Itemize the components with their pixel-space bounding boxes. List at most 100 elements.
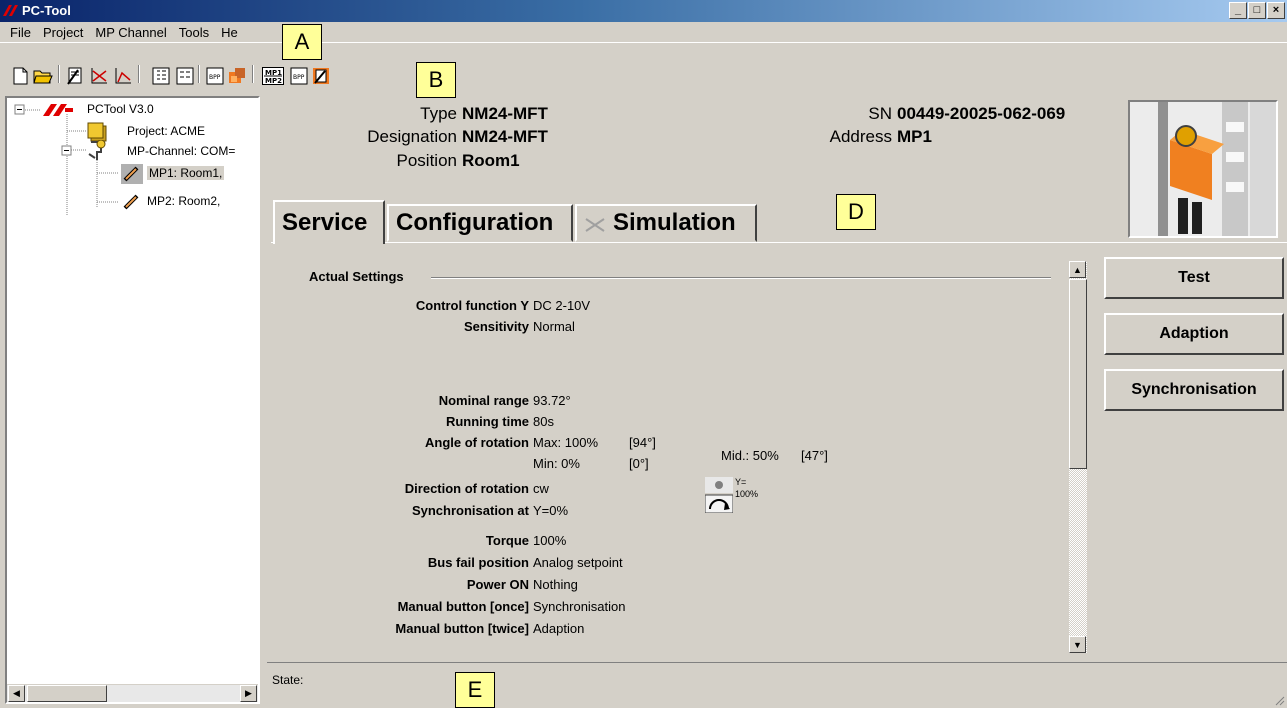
actuator-icon [121, 164, 143, 184]
svg-text:BPP: BPP [209, 74, 221, 81]
value-sensitivity: Normal [533, 319, 575, 334]
minimize-button[interactable]: _ [1229, 2, 1247, 19]
sn-value: 00449-20025-062-069 [897, 104, 1066, 123]
adaption-button[interactable]: Adaption [1104, 313, 1284, 355]
label-angle-of-rotation: Angle of rotation [425, 435, 529, 450]
label-manual-twice: Manual button [twice] [395, 621, 529, 636]
simulation-icon [585, 218, 605, 232]
close-button[interactable]: × [1267, 2, 1285, 19]
tab-service[interactable]: Service [273, 200, 385, 244]
tab-configuration[interactable]: Configuration [387, 204, 573, 242]
settings-vertical-scrollbar[interactable]: ▲ ▼ [1069, 261, 1087, 653]
mp1-mp2-icon[interactable]: MP1 MP2 [262, 65, 284, 87]
value-angle-mid-deg: [47°] [801, 448, 828, 463]
value-angle-min-deg: [0°] [629, 456, 649, 471]
tree-channel[interactable]: MP-Channel: COM= [127, 144, 235, 158]
edit-sheet-orange-icon[interactable] [310, 65, 332, 87]
menu-help[interactable]: He [215, 25, 244, 40]
scroll-up-icon[interactable]: ▲ [1069, 261, 1086, 278]
menu-file[interactable]: File [4, 25, 37, 40]
tab-simulation-label: Simulation [613, 209, 736, 236]
scroll-right-icon[interactable]: ▶ [240, 685, 257, 702]
value-running-time: 80s [533, 414, 554, 429]
value-angle-max-deg: [94°] [629, 435, 656, 450]
value-power-on: Nothing [533, 577, 578, 592]
value-direction: cw [533, 481, 549, 496]
menu-project[interactable]: Project [37, 25, 89, 40]
sync-pct-label: 100% [735, 489, 759, 499]
color-block-icon[interactable] [226, 65, 248, 87]
open-folder-icon[interactable] [32, 65, 54, 87]
tree-item-mp1[interactable]: MP1: Room1, [147, 166, 225, 180]
value-nominal-range: 93.72° [533, 393, 571, 408]
section-divider [431, 277, 1051, 279]
svg-text:BPP: BPP [293, 74, 305, 81]
sync-y-label: Y= [735, 477, 747, 487]
value-angle-mid: Mid.: 50% [721, 448, 779, 463]
tree-project[interactable]: Project: ACME [127, 124, 205, 138]
tree-horizontal-scrollbar[interactable]: ◀ ▶ [7, 684, 258, 702]
label-control-function: Control function Y [415, 298, 529, 313]
rotation-direction-icon [704, 477, 734, 514]
tree-root[interactable]: PCTool V3.0 [87, 102, 154, 116]
position-label: Position [396, 151, 457, 170]
trend-icon[interactable] [112, 65, 134, 87]
grid2-icon[interactable] [174, 65, 196, 87]
bpp-icon[interactable]: BPP [204, 65, 226, 87]
scroll-down-icon[interactable]: ▼ [1069, 636, 1086, 653]
scroll-left-icon[interactable]: ◀ [8, 685, 25, 702]
callout-e: E [455, 672, 495, 708]
bpp2-icon[interactable]: BPP [288, 65, 310, 87]
status-bar: State: [267, 662, 1287, 708]
position-value: Room1 [462, 151, 520, 170]
main-panel: Type NM24-MFT Designation NM24-MFT Posit… [267, 96, 1287, 708]
label-direction: Direction of rotation [404, 481, 529, 496]
menu-tools[interactable]: Tools [173, 25, 215, 40]
tab-simulation[interactable]: Simulation [575, 204, 757, 242]
label-running-time: Running time [445, 414, 529, 429]
project-tree: PCTool V3.0 Project: ACME MP-Channel: CO… [5, 96, 260, 704]
tree-item-mp2[interactable]: MP2: Room2, [147, 194, 220, 208]
label-manual-once: Manual button [once] [397, 599, 529, 614]
menu-mp-channel[interactable]: MP Channel [89, 25, 172, 40]
value-manual-once: Synchronisation [533, 599, 626, 614]
address-label: Address [829, 127, 892, 146]
menu-bar: File Project MP Channel Tools He [0, 22, 1287, 42]
sn-label: SN [868, 104, 892, 123]
status-label: State: [272, 673, 304, 687]
label-power-on: Power ON [466, 577, 529, 592]
channel-connector-icon [88, 140, 106, 160]
actuator-icon [123, 194, 139, 210]
value-torque: 100% [533, 533, 567, 548]
callout-b: B [416, 62, 456, 98]
resize-grip-icon[interactable] [1273, 694, 1285, 706]
type-label: Type [420, 104, 457, 123]
designation-label: Designation [367, 127, 457, 146]
value-angle-max: Max: 100% [533, 435, 599, 450]
pctool-logo-icon [43, 104, 73, 116]
scroll-thumb[interactable] [1069, 279, 1087, 469]
device-photo [1128, 100, 1278, 238]
callout-a: A [282, 24, 322, 60]
synchronisation-button[interactable]: Synchronisation [1104, 369, 1284, 411]
type-value: NM24-MFT [462, 104, 548, 123]
value-manual-twice: Adaption [533, 621, 585, 636]
sync-indicator: Y= 100% [704, 477, 795, 517]
svg-text:MP2: MP2 [265, 77, 282, 85]
designation-value: NM24-MFT [462, 127, 548, 146]
project-icon [87, 122, 107, 142]
service-content: Actual Settings Control function Y DC 2-… [271, 242, 1287, 662]
edit-sheet-icon[interactable] [64, 65, 86, 87]
scroll-thumb[interactable] [27, 685, 107, 702]
label-sensitivity: Sensitivity [463, 319, 529, 334]
grid-icon[interactable] [150, 65, 172, 87]
maximize-button[interactable]: □ [1248, 2, 1266, 19]
value-sync-at: Y=0% [533, 503, 569, 518]
window-title: PC-Tool [22, 3, 71, 18]
value-control-function: DC 2-10V [533, 298, 591, 313]
chart-icon[interactable] [88, 65, 110, 87]
label-bus-fail: Bus fail position [427, 555, 529, 570]
label-torque: Torque [485, 533, 529, 548]
new-file-icon[interactable] [10, 65, 32, 87]
test-button[interactable]: Test [1104, 257, 1284, 299]
